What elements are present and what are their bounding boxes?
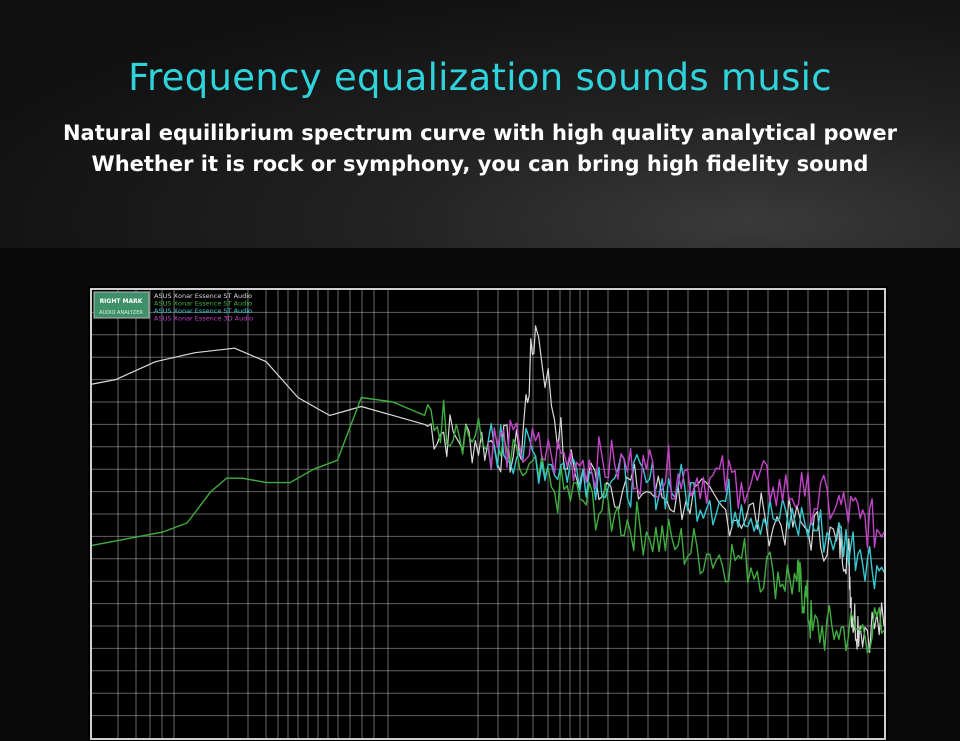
page-title: Frequency equalization sounds music bbox=[128, 56, 832, 99]
logo-subtext: AUDIO ANALYZER bbox=[99, 310, 143, 316]
subtitle-line-1: Natural equilibrium spectrum curve with … bbox=[62, 121, 897, 145]
grid-lines bbox=[92, 290, 884, 738]
spectrum-chart-svg: RIGHT MARK AUDIO ANALYZER ASUS Xonar Ess… bbox=[88, 286, 888, 741]
subtitle-line-2: Whether it is rock or symphony, you can … bbox=[91, 152, 869, 176]
legend: ASUS Xonar Essence ST AudioASUS Xonar Es… bbox=[154, 292, 253, 323]
logo-text: RIGHT MARK bbox=[100, 298, 143, 305]
logo-badge: RIGHT MARK AUDIO ANALYZER bbox=[93, 291, 150, 319]
legend-entry: ASUS Xonar Essence 3D Audio bbox=[154, 315, 253, 323]
spectrum-chart: RIGHT MARK AUDIO ANALYZER ASUS Xonar Ess… bbox=[88, 286, 888, 741]
